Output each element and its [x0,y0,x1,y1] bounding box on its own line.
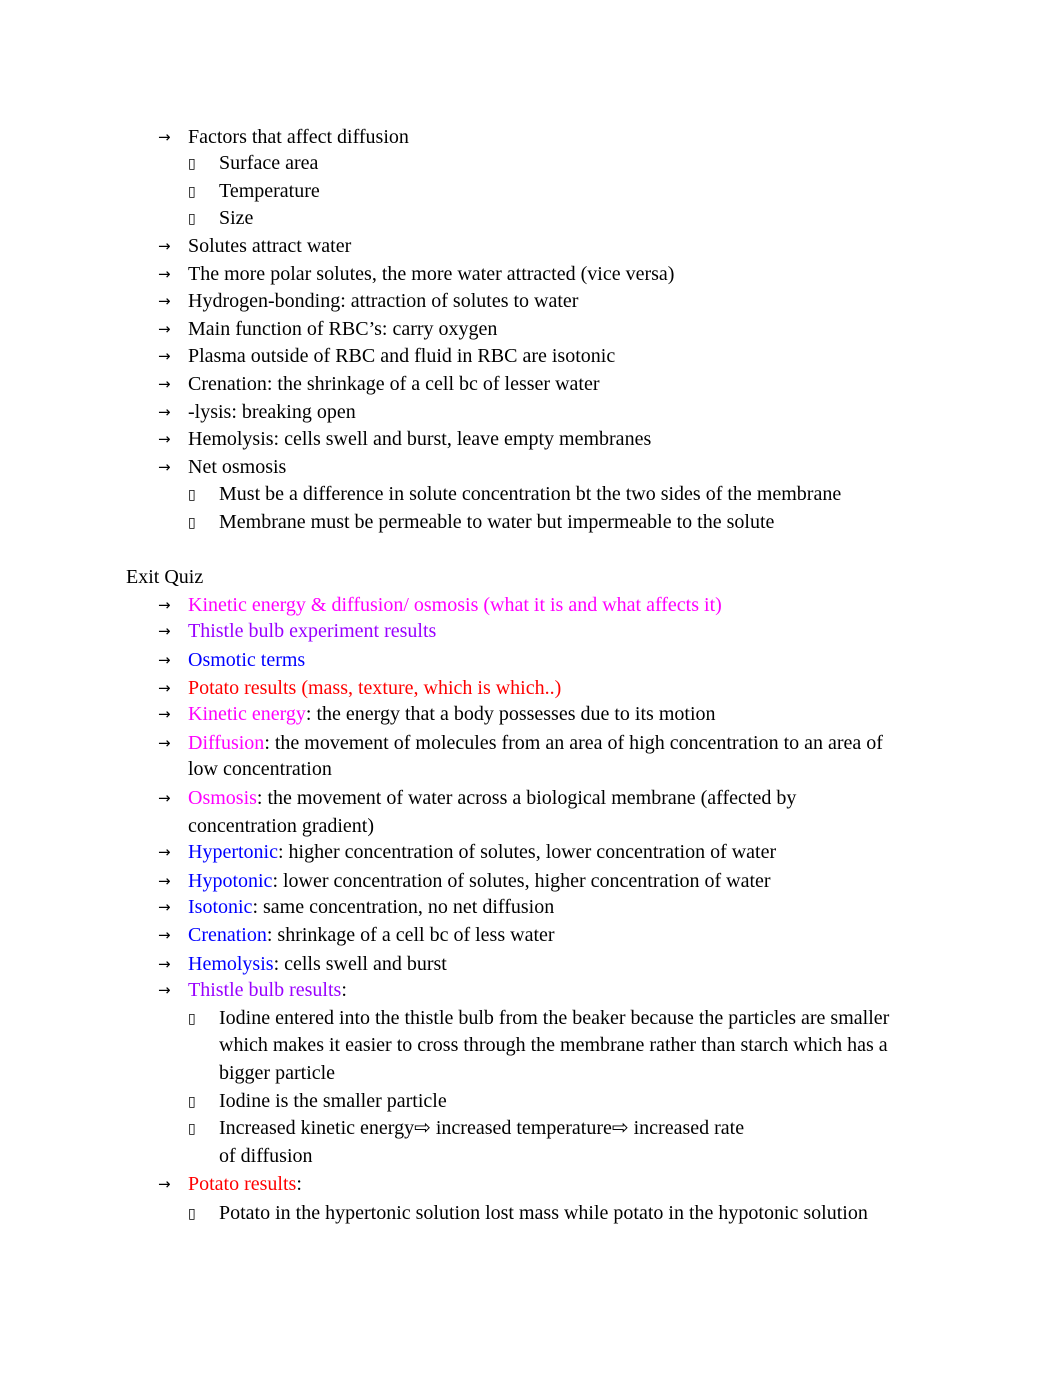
box-bullet-icon: ▯ [188,1121,196,1137]
definition-continuation: low concentration [188,758,332,780]
definition-item: Osmosis: the movement of water across a … [188,786,796,810]
list-item: Solutes attract water [188,235,352,257]
term: Crenation [188,924,267,946]
sub-list-item: Increased kinetic energy⇨ increased temp… [219,1117,745,1139]
arrow-bullet-icon: → [158,926,171,944]
definition: : the movement of water across a biologi… [256,787,797,809]
arrow-bullet-icon: → [158,843,171,861]
list-item: Crenation: the shrinkage of a cell bc of… [188,373,600,395]
list-item: Plasma outside of RBC and fluid in RBC a… [188,345,616,367]
quiz-topic: Kinetic energy & diffusion/ osmosis (wha… [188,594,722,616]
definition-item: Hypertonic: higher concentration of solu… [188,840,776,864]
definition-item: Kinetic energy: the energy that a body p… [188,702,716,726]
list-item: The more polar solutes, the more water a… [188,263,675,285]
arrow-bullet-icon: → [158,237,171,255]
arrow-bullet-icon: → [158,320,171,338]
term: Osmosis [188,787,257,809]
definition-item: Hemolysis: cells swell and burst [188,952,447,976]
sub-list-item: Size [219,207,254,229]
results-heading: Potato results: [188,1172,302,1196]
arrow-bullet-icon: → [158,596,171,614]
section-heading: Exit Quiz [126,566,204,588]
quiz-topic: Osmotic terms [188,649,306,671]
box-bullet-icon: ▯ [188,1094,196,1110]
definition: : lower concentration of solutes, higher… [272,870,771,892]
sub-list-item: Temperature [219,180,320,202]
arrow-bullet-icon: → [158,375,171,393]
arrow-bullet-icon: → [158,458,171,476]
box-bullet-icon: ▯ [188,487,196,503]
quiz-topic: Potato results (mass, texture, which is … [188,677,562,699]
list-item: Main function of RBC’s: carry oxygen [188,318,498,340]
definition: : the energy that a body possesses due t… [305,703,716,725]
definition: : higher concentration of solutes, lower… [277,841,777,863]
definition-item: Isotonic: same concentration, no net dif… [188,895,554,919]
box-bullet-icon: ▯ [188,211,196,227]
arrow-bullet-icon: → [158,651,171,669]
box-bullet-icon: ▯ [188,1011,196,1027]
term: Potato results [188,1173,297,1195]
arrow-bullet-icon: → [158,955,171,973]
term: Isotonic [188,896,253,918]
definition-item: Diffusion: the movement of molecules fro… [188,731,883,755]
box-bullet-icon: ▯ [188,1206,196,1222]
sub-list-item: Must be a difference in solute concentra… [219,483,842,505]
arrow-bullet-icon: → [158,622,171,640]
box-bullet-icon: ▯ [188,184,196,200]
sub-list-item: Membrane must be permeable to water but … [219,511,775,533]
arrow-bullet-icon: → [158,265,171,283]
sub-list-item: Iodine is the smaller particle [219,1090,447,1112]
colon: : [341,979,347,1001]
sub-list-item: Potato in the hypertonic solution lost m… [219,1202,868,1224]
arrow-bullet-icon: → [158,430,171,448]
arrow-bullet-icon: → [158,347,171,365]
arrow-bullet-icon: → [158,705,171,723]
list-item: Hemolysis: cells swell and burst, leave … [188,428,652,450]
list-item: -lysis: breaking open [188,401,356,423]
definition-item: Crenation: shrinkage of a cell bc of les… [188,923,555,947]
colon: : [296,1173,302,1195]
sub-list-item-continuation: which makes it easier to cross through t… [219,1034,888,1056]
sub-list-item: Iodine entered into the thistle bulb fro… [219,1007,890,1029]
arrow-bullet-icon: → [158,1175,171,1193]
list-item: Net osmosis [188,456,287,478]
box-bullet-icon: ▯ [188,156,196,172]
sub-list-item-continuation: bigger particle [219,1062,336,1084]
arrow-bullet-icon: → [158,679,171,697]
definition: : shrinkage of a cell bc of less water [266,924,555,946]
quiz-topic: Thistle bulb experiment results [188,620,437,642]
arrow-bullet-icon: → [158,898,171,916]
term: Hypotonic [188,870,273,892]
arrow-bullet-icon: → [158,981,171,999]
definition: : cells swell and burst [273,953,447,975]
arrow-bullet-icon: → [158,403,171,421]
arrow-bullet-icon: → [158,872,171,890]
arrow-bullet-icon: → [158,789,171,807]
term: Thistle bulb results [188,979,342,1001]
term: Hemolysis [188,953,274,975]
sub-list-item-continuation: of diffusion [219,1145,313,1167]
document-page: → Factors that affect diffusion ▯ Surfac… [0,0,1062,1376]
definition: : the movement of molecules from an area… [264,732,883,754]
results-heading: Thistle bulb results: [188,978,347,1002]
list-item: Hydrogen-bonding: attraction of solutes … [188,290,579,312]
box-bullet-icon: ▯ [188,515,196,531]
definition-continuation: concentration gradient) [188,815,375,837]
term: Kinetic energy [188,703,306,725]
term: Diffusion [188,732,265,754]
term: Hypertonic [188,841,278,863]
list-item: Factors that affect diffusion [188,126,409,148]
arrow-bullet-icon: → [158,292,171,310]
arrow-bullet-icon: → [158,734,171,752]
definition: : same concentration, no net diffusion [252,896,555,918]
definition-item: Hypotonic: lower concentration of solute… [188,869,771,893]
sub-list-item: Surface area [219,152,319,174]
arrow-bullet-icon: → [158,128,171,146]
